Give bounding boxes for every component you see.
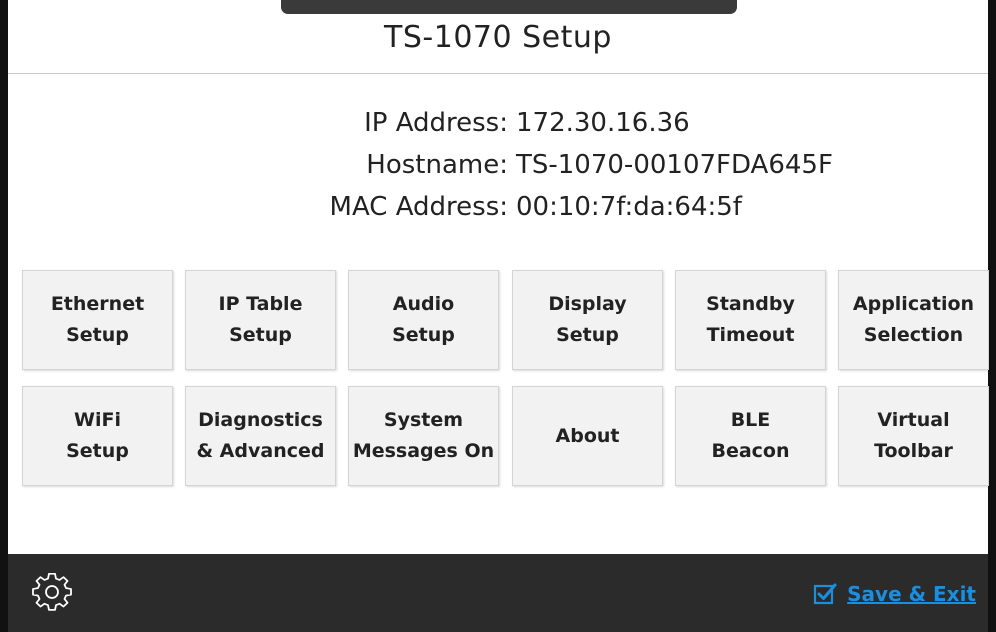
virtual-toolbar-button[interactable]: Virtual Toolbar: [838, 386, 989, 486]
ble-beacon-label: BLE Beacon: [711, 409, 790, 462]
save-exit-label: Save & Exit: [847, 582, 976, 606]
audio-setup-label: Audio Setup: [392, 293, 455, 346]
checkbox-checked-icon: [814, 583, 837, 605]
mac-address-value: 00:10:7f:da:64:5f: [516, 192, 742, 222]
diagnostics-advanced-button[interactable]: Diagnostics & Advanced: [185, 386, 336, 486]
ble-beacon-button[interactable]: BLE Beacon: [675, 386, 826, 486]
ip-address-row: IP Address: 172.30.16.36: [0, 108, 996, 150]
about-label: About: [555, 424, 620, 447]
display-setup-label: Display Setup: [548, 293, 627, 346]
ethernet-setup-button[interactable]: Ethernet Setup: [22, 270, 173, 370]
diagnostics-advanced-label: Diagnostics & Advanced: [196, 409, 325, 462]
save-exit-button[interactable]: Save & Exit: [813, 581, 976, 607]
ip-table-setup-button[interactable]: IP Table Setup: [185, 270, 336, 370]
wifi-setup-label: WiFi Setup: [66, 409, 129, 462]
gear-icon[interactable]: [32, 573, 72, 613]
mac-address-row: MAC Address: 00:10:7f:da:64:5f: [0, 192, 996, 234]
ethernet-setup-label: Ethernet Setup: [50, 293, 145, 346]
application-selection-label: Application Selection: [852, 293, 975, 346]
hostname-label: Hostname:: [366, 150, 508, 180]
device-info: IP Address: 172.30.16.36 Hostname: TS-10…: [0, 108, 996, 234]
ip-table-setup-label: IP Table Setup: [218, 293, 303, 346]
wifi-setup-button[interactable]: WiFi Setup: [22, 386, 173, 486]
title-divider: [8, 73, 988, 74]
top-bezel-handle: [281, 0, 737, 14]
audio-setup-button[interactable]: Audio Setup: [348, 270, 499, 370]
hostname-row: Hostname: TS-1070-00107FDA645F: [0, 150, 996, 192]
standby-timeout-button[interactable]: Standby Timeout: [675, 270, 826, 370]
hostname-value: TS-1070-00107FDA645F: [516, 150, 833, 180]
standby-timeout-label: Standby Timeout: [706, 293, 795, 346]
virtual-toolbar-label: Virtual Toolbar: [874, 409, 953, 462]
display-setup-button[interactable]: Display Setup: [512, 270, 663, 370]
system-messages-label: System Messages On: [352, 409, 495, 462]
system-messages-button[interactable]: System Messages On: [348, 386, 499, 486]
mac-address-label: MAC Address:: [329, 192, 508, 222]
ip-address-value: 172.30.16.36: [516, 108, 690, 138]
about-button[interactable]: About: [512, 386, 663, 486]
ip-address-label: IP Address:: [364, 108, 508, 138]
application-selection-button[interactable]: Application Selection: [838, 270, 989, 370]
page-title: TS-1070 Setup: [384, 20, 612, 55]
footer-bar: Save & Exit: [8, 554, 988, 632]
